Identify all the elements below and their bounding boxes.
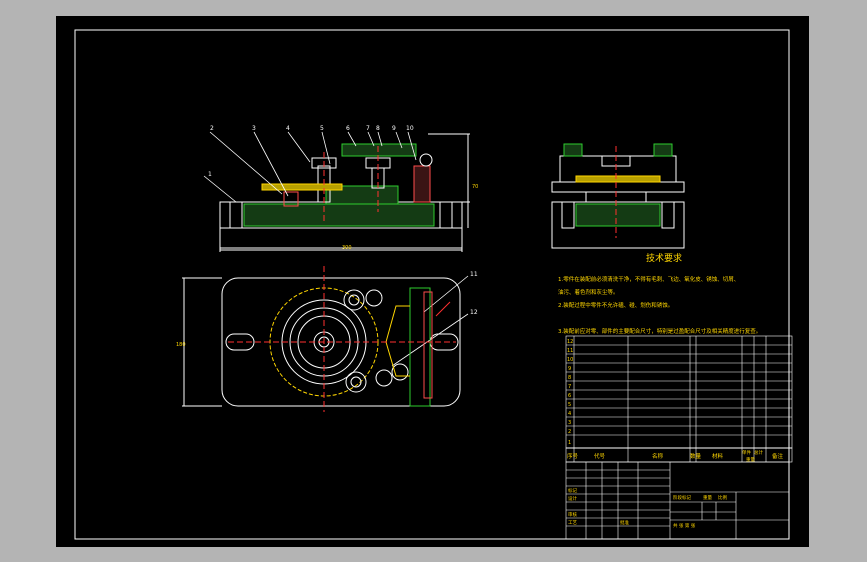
- bom-header-single: 单件: [742, 449, 751, 456]
- balloon-7: 7: [366, 125, 370, 132]
- bom-header-code: 代号: [594, 452, 606, 460]
- side-view: [551, 143, 685, 249]
- bom-row-no: 6: [568, 393, 571, 399]
- bom-header-total: 总计: [754, 449, 763, 456]
- balloon-6: 6: [346, 125, 350, 132]
- bom-row-no: 3: [568, 420, 571, 426]
- bom-row-no: 1: [568, 440, 571, 446]
- bom-table: [565, 335, 793, 449]
- bom-header-remark: 备注: [772, 452, 784, 460]
- drawing-sheet: 300 70 1 2 3 4 5 6 7 8 9 10 11 12 180 技术…: [56, 16, 809, 547]
- tb-process: 工艺: [568, 520, 577, 526]
- bom-header-material: 材料: [712, 452, 724, 460]
- balloon-4: 4: [286, 125, 290, 132]
- tb-check: 审核: [568, 511, 577, 518]
- tech-req-line: 1.零件在装配前必须清洗干净，不得有毛刺、飞边、氧化皮、锈蚀、切屑、: [558, 275, 739, 283]
- bom-row-no: 9: [568, 366, 571, 372]
- tech-req-line: 3.装配前应对零、部件的主要配合尺寸，特别是过盈配合尺寸及相关精度进行复查。: [558, 327, 761, 335]
- bom-row-no: 4: [568, 411, 571, 417]
- right-support: [413, 165, 431, 203]
- bom-header-name: 名称: [652, 452, 664, 460]
- tech-req-text: 1.零件在装配前必须清洗干净，不得有毛刺、飞边、氧化皮、锈蚀、切屑、 油污、着色…: [558, 275, 761, 335]
- balloon-2: 2: [210, 125, 214, 132]
- balloon-12: 12: [470, 309, 478, 316]
- balloon-10: 10: [406, 125, 414, 132]
- bom-row-no: 8: [568, 375, 571, 381]
- bom-row-no: 12: [567, 339, 573, 345]
- balloon-1: 1: [208, 171, 212, 178]
- tb-weight: 重量: [703, 494, 712, 501]
- top-view: [182, 266, 461, 412]
- tb-stage: 阶段标记: [673, 494, 691, 501]
- dim-width-label: 180: [176, 342, 186, 348]
- dim-length-label: 300: [342, 245, 352, 251]
- cad-drawing: 300 70 1 2 3 4 5 6 7 8 9 10 11 12 180 技术…: [74, 29, 793, 540]
- tb-design: 设计: [568, 495, 577, 502]
- bom-header-labels: 序号 代号 名称 数量 材料 单件 总计 重量 备注: [567, 449, 784, 463]
- balloon-9: 9: [392, 125, 396, 132]
- inner-frame: [74, 29, 790, 540]
- tech-req-line: 油污、着色剂和灰尘等。: [558, 288, 619, 296]
- tb-scale: 比例: [718, 494, 727, 501]
- bom-row-numbers: 12 11 10 9 8 7 6 5 4 3 2 1: [567, 339, 573, 446]
- balloon-8: 8: [376, 125, 380, 132]
- front-view: [219, 133, 470, 252]
- bom-row-no: 7: [568, 384, 571, 390]
- dim-height-label: 70: [472, 184, 478, 190]
- balloon-3: 3: [252, 125, 256, 132]
- tb-approve: 批准: [620, 519, 629, 526]
- tech-req-line: 2.装配过程中零件不允许磕、碰、划伤和锈蚀。: [558, 301, 673, 309]
- balloon-5: 5: [320, 125, 324, 132]
- bom-row-no: 5: [568, 402, 571, 408]
- bom-header-qty: 数量: [690, 452, 702, 460]
- balloon-11: 11: [470, 271, 478, 278]
- bom-row-no: 11: [567, 348, 573, 354]
- bom-row-no: 10: [567, 357, 573, 363]
- bom-row-no: 2: [568, 429, 571, 435]
- bom-header-no: 序号: [567, 452, 579, 460]
- title-block-labels: 标记 设计 审核 工艺 批准 阶段标记 重量 比例 共 张 第 张: [568, 487, 727, 529]
- hatch-body: [243, 203, 435, 227]
- clamp-plate: [341, 143, 417, 157]
- tb-mark: 标记: [568, 487, 577, 494]
- tech-req-title: 技术要求: [646, 252, 682, 264]
- tb-sheet: 共 张 第 张: [673, 522, 696, 529]
